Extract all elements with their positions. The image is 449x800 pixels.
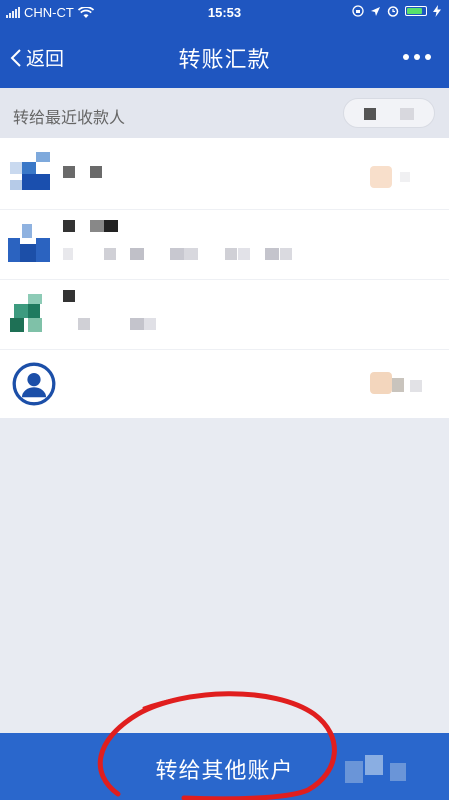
payee-item[interactable] xyxy=(0,138,449,210)
person-avatar-icon xyxy=(12,362,56,406)
payee-item[interactable] xyxy=(0,350,449,418)
blurred-name xyxy=(63,166,75,178)
blurred-tag xyxy=(370,166,392,188)
transfer-other-account-button[interactable]: 转给其他账户 xyxy=(0,733,449,800)
page-title: 转账汇款 xyxy=(178,47,271,72)
section-title: 转给最近收款人 xyxy=(13,110,126,127)
blurred-account xyxy=(63,248,73,260)
battery-fill xyxy=(407,8,423,14)
more-button[interactable] xyxy=(403,54,431,60)
location-arrow-icon xyxy=(371,6,380,16)
payee-item[interactable] xyxy=(0,280,449,350)
status-bar: CHN-CT 15:53 xyxy=(0,0,449,26)
blurred-name xyxy=(63,220,75,232)
nav-bar: 返回 转账汇款 xyxy=(0,26,449,88)
battery-icon xyxy=(405,6,427,16)
transfer-screen: CHN-CT 15:53 返回 转账汇款 转给最近收款人 转给其他账户 xyxy=(0,0,449,800)
blurred-account xyxy=(78,318,90,330)
alarm-icon xyxy=(387,6,399,17)
payee-item[interactable] xyxy=(0,210,449,280)
rotation-lock-icon xyxy=(352,5,364,17)
more-dots-icon xyxy=(403,54,409,60)
blurred-name xyxy=(63,290,75,302)
bank-logo-icon xyxy=(8,222,52,266)
blurred-tag xyxy=(370,372,392,394)
status-right xyxy=(352,5,441,17)
blurred-toggle[interactable] xyxy=(343,98,435,128)
recent-payee-list xyxy=(0,138,449,418)
charging-bolt-icon xyxy=(433,5,441,17)
bank-logo-icon xyxy=(8,152,52,196)
bank-logo-icon xyxy=(8,292,52,336)
recent-payees-header: 转给最近收款人 xyxy=(0,88,449,138)
